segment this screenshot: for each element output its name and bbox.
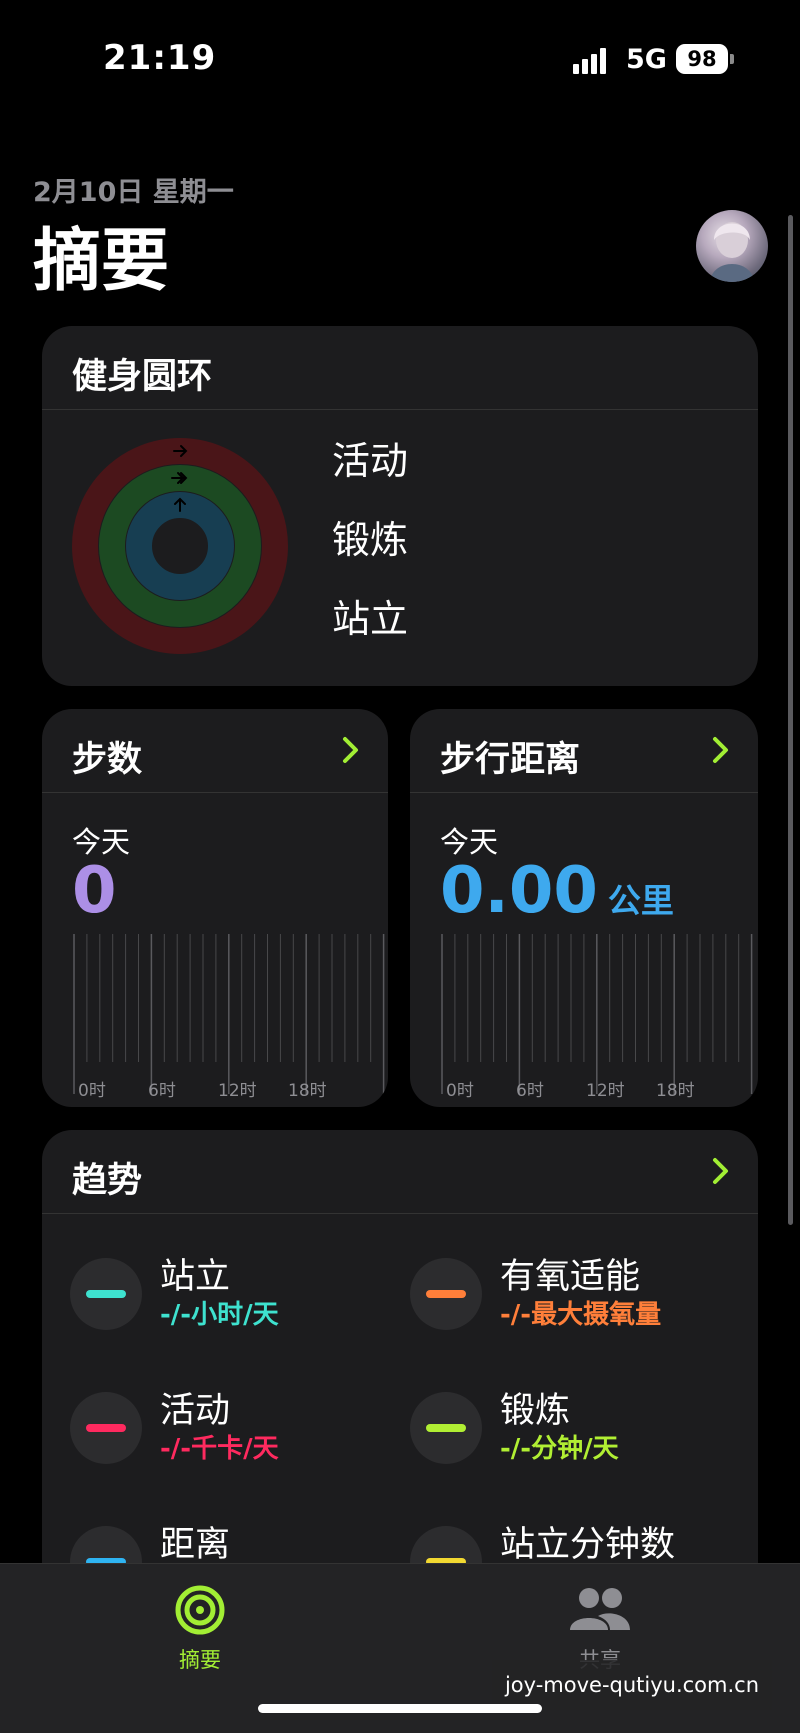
battery-tip xyxy=(730,54,734,64)
profile-avatar[interactable] xyxy=(696,210,768,282)
chevron-right-icon xyxy=(713,737,728,763)
card-header: 步行距离 xyxy=(410,709,758,793)
distance-unit: 公里 xyxy=(607,881,674,920)
stand-ring xyxy=(126,492,234,600)
trend-item[interactable]: 活动 -/-千卡/天 xyxy=(70,1364,410,1474)
trend-value: -/-最大摄氧量 xyxy=(500,1300,662,1330)
card-title: 趋势 xyxy=(72,1161,143,1201)
card-header: 健身圆环 xyxy=(42,326,758,410)
trend-item[interactable]: 站立 -/-小时/天 xyxy=(70,1230,410,1340)
ring-label-stand: 站立 xyxy=(332,597,409,641)
card-title: 步行距离 xyxy=(440,740,581,780)
trend-value: -/-小时/天 xyxy=(160,1300,279,1330)
distance-value: 0.00 xyxy=(440,854,598,928)
trend-item[interactable]: 锻炼 -/-分钟/天 xyxy=(410,1364,750,1474)
tick-6: 6时 xyxy=(148,1081,176,1101)
trend-name: 站立分钟数 xyxy=(500,1525,676,1565)
trend-dash-icon xyxy=(86,1290,126,1298)
trend-name: 锻炼 xyxy=(500,1391,571,1431)
trend-name: 有氧适能 xyxy=(500,1257,641,1297)
distance-value-row: 0.00 公里 xyxy=(440,854,674,928)
date-label: 2月10日 星期一 xyxy=(33,177,234,208)
home-indicator[interactable] xyxy=(258,1704,542,1713)
watermark: joy-move-qutiyu.com.cn xyxy=(492,1660,772,1710)
tick-18: 18时 xyxy=(656,1081,695,1101)
card-header: 步数 xyxy=(42,709,388,793)
tick-12: 12时 xyxy=(586,1081,625,1101)
tab-summary[interactable]: 摘要 xyxy=(140,1584,260,1674)
fitness-rings-card[interactable]: 健身圆环 活动 锻炼 站立 xyxy=(42,326,758,686)
tab-summary-label: 摘要 xyxy=(179,1648,221,1672)
ring-label-move: 活动 xyxy=(332,439,409,483)
trend-indicator xyxy=(410,1392,482,1464)
walking-distance-card[interactable]: 步行距离 今天 0.00 公里 0时 6时 12时 18时 xyxy=(410,709,758,1107)
trend-name: 活动 xyxy=(160,1391,231,1431)
status-bar: 21:19 5G 98 xyxy=(0,0,800,120)
card-title: 健身圆环 xyxy=(72,357,213,397)
steps-card[interactable]: 步数 今天 0 0时 6时 12时 18时 xyxy=(42,709,388,1107)
trend-dash-icon xyxy=(426,1424,466,1432)
tick-0: 0时 xyxy=(446,1081,474,1101)
trend-indicator xyxy=(70,1392,142,1464)
card-title: 步数 xyxy=(72,740,143,780)
battery-icon: 98 xyxy=(676,44,728,74)
scrollbar[interactable] xyxy=(788,215,793,1225)
trends-card[interactable]: 趋势 站立 -/-小时/天 有氧适能 -/-最大摄氧量 活动 -/-千卡/天 锻炼 -/-分钟… xyxy=(42,1130,758,1600)
page-title: 摘要 xyxy=(33,222,170,301)
steps-hourly-chart: 0时 6时 12时 18时 xyxy=(72,934,388,1101)
activity-rings-tab-icon xyxy=(175,1585,225,1635)
card-header: 趋势 xyxy=(42,1130,758,1214)
tick-0: 0时 xyxy=(78,1081,106,1101)
trend-value: -/-分钟/天 xyxy=(500,1434,619,1464)
avatar-image xyxy=(710,222,754,282)
trend-dash-icon xyxy=(86,1424,126,1432)
trend-name: 站立 xyxy=(160,1257,231,1297)
status-time: 21:19 xyxy=(103,38,217,78)
cellular-signal-icon xyxy=(573,46,613,74)
ring-label-exercise: 锻炼 xyxy=(332,518,409,562)
activity-rings xyxy=(72,438,288,654)
trend-name: 距离 xyxy=(160,1525,231,1565)
tick-12: 12时 xyxy=(218,1081,257,1101)
trend-indicator xyxy=(70,1258,142,1330)
trend-indicator xyxy=(410,1258,482,1330)
chevron-right-icon xyxy=(343,737,358,763)
trend-dash-icon xyxy=(426,1290,466,1298)
hourly-grid xyxy=(73,934,385,1094)
distance-hourly-chart: 0时 6时 12时 18时 xyxy=(440,934,758,1101)
hourly-grid xyxy=(441,934,753,1094)
tick-18: 18时 xyxy=(288,1081,327,1101)
tick-6: 6时 xyxy=(516,1081,544,1101)
network-type: 5G xyxy=(626,44,667,75)
trend-value: -/-千卡/天 xyxy=(160,1434,279,1464)
steps-value: 0 xyxy=(72,854,117,928)
people-tab-icon xyxy=(570,1588,630,1630)
trend-item[interactable]: 有氧适能 -/-最大摄氧量 xyxy=(410,1230,750,1340)
chevron-right-icon xyxy=(713,1158,728,1184)
